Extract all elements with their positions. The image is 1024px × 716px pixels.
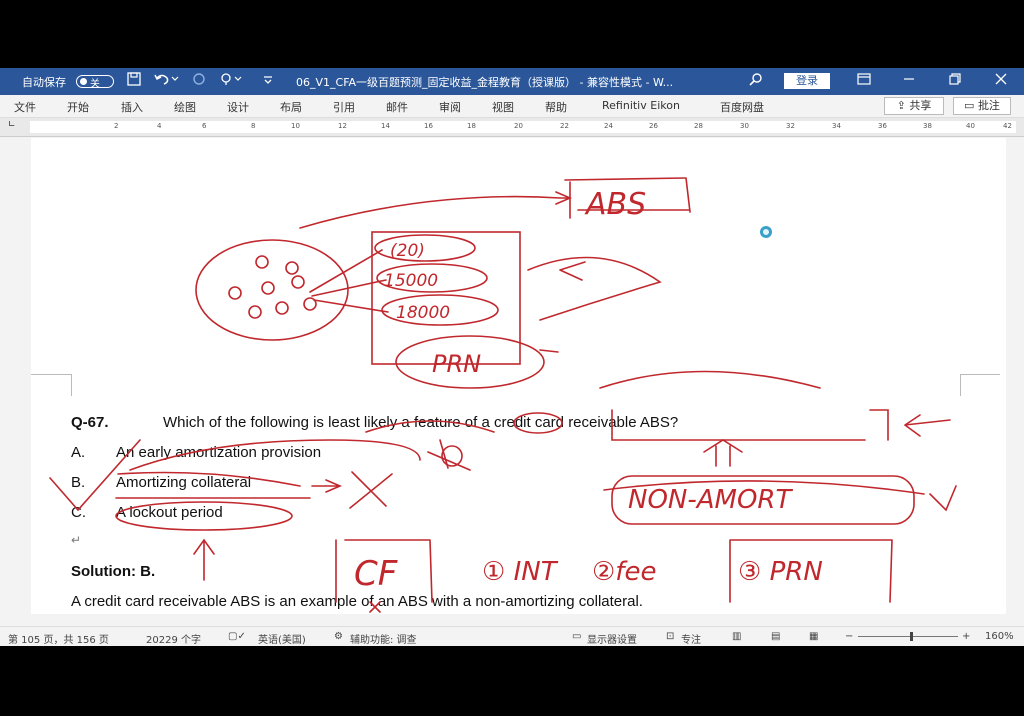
proofing-icon[interactable]: ▢✓ [228, 631, 246, 642]
document-page[interactable]: Q-67. Which of the following is least li… [31, 138, 1006, 614]
read-mode-icon[interactable]: ▥ [732, 631, 741, 642]
undo-icon[interactable] [154, 72, 180, 91]
language[interactable]: 英语(美国) [258, 631, 306, 646]
tab-insert[interactable]: 插入 [121, 99, 143, 115]
tab-home[interactable]: 开始 [67, 99, 89, 115]
focus-mode[interactable]: 专注 [681, 631, 701, 646]
autosave-state: 关 [90, 79, 100, 90]
toggle-knob [80, 78, 87, 85]
ruler-tick: 16 [424, 122, 433, 130]
margin-mark [960, 374, 1000, 375]
zoom-in-icon[interactable]: + [962, 631, 970, 642]
question-number: Q-67. [71, 414, 109, 431]
tab-selector-icon[interactable]: ∟ [8, 120, 16, 130]
focus-icon[interactable]: ⊡ [666, 631, 674, 642]
solution-label: Solution: B. [71, 563, 156, 580]
zoom-out-icon[interactable]: − [845, 631, 853, 642]
ribbon-tabs: 文件 开始 插入 绘图 设计 布局 引用 邮件 审阅 视图 帮助 Refinit… [0, 95, 1024, 118]
ruler-tick: 38 [923, 122, 932, 130]
tab-refinitiv-eikon[interactable]: Refinitiv Eikon [602, 99, 680, 112]
print-layout-icon[interactable]: ▤ [771, 631, 780, 642]
tab-view[interactable]: 视图 [492, 99, 514, 115]
web-layout-icon[interactable]: ▦ [809, 631, 818, 642]
solution-text: A credit card receivable ABS is an examp… [71, 593, 643, 610]
tab-draw[interactable]: 绘图 [174, 99, 196, 115]
loading-spinner-icon [760, 226, 772, 238]
ruler-tick: 18 [467, 122, 476, 130]
ruler-tick: 4 [157, 122, 162, 130]
ruler-tick: 8 [251, 122, 256, 130]
tab-file[interactable]: 文件 [14, 99, 36, 115]
redo-icon[interactable] [190, 72, 208, 91]
page-count[interactable]: 第 105 页，共 156 页 [8, 631, 109, 646]
tab-review[interactable]: 审阅 [439, 99, 461, 115]
ruler-tick: 2 [114, 122, 119, 130]
customize-icon[interactable] [262, 72, 274, 91]
question-text: Which of the following is least likely a… [163, 414, 679, 431]
save-icon[interactable] [127, 72, 141, 91]
display-settings-icon[interactable]: ▭ [572, 631, 581, 642]
comment-label: 批注 [977, 99, 1000, 112]
comment-icon: ▭ [964, 99, 978, 112]
touch-mode-icon[interactable] [220, 72, 246, 91]
zoom-slider[interactable] [858, 636, 958, 637]
ribbon-display-icon[interactable] [857, 72, 871, 90]
option-letter: C. [71, 504, 86, 521]
accessibility-status[interactable]: 辅助功能: 调查 [350, 631, 417, 646]
tab-design[interactable]: 设计 [227, 99, 249, 115]
tab-help[interactable]: 帮助 [545, 99, 567, 115]
share-label: 共享 [909, 99, 932, 112]
ruler-tick: 14 [381, 122, 390, 130]
ruler-tick: 42 [1003, 122, 1012, 130]
ruler-tick: 6 [202, 122, 207, 130]
option-letter: A. [71, 444, 86, 461]
login-button[interactable]: 登录 [784, 73, 830, 89]
ruler-tick: 30 [740, 122, 749, 130]
option-a-text: An early amortization provision [116, 444, 322, 461]
minimize-icon[interactable] [903, 72, 915, 90]
paragraph-mark: ↵ [71, 533, 82, 547]
ruler-tick: 28 [694, 122, 703, 130]
share-button[interactable]: ⇪ 共享 [884, 97, 944, 115]
ruler-tick: 12 [338, 122, 347, 130]
close-icon[interactable] [995, 72, 1007, 90]
comments-button[interactable]: ▭ 批注 [953, 97, 1011, 115]
tab-layout[interactable]: 布局 [280, 99, 302, 115]
ruler-tick: 22 [560, 122, 569, 130]
display-settings[interactable]: 显示器设置 [587, 631, 637, 646]
ruler-tick: 34 [832, 122, 841, 130]
ruler-tick: 36 [878, 122, 887, 130]
title-bar: 自动保存 关 06_V1_CFA一级百题预测_固定收益_金程教育（授课版） - … [0, 68, 1024, 95]
ruler-tick: 24 [604, 122, 613, 130]
horizontal-ruler[interactable]: ∟ 2 4 6 8 10 12 14 16 18 20 22 24 26 28 … [0, 118, 1024, 137]
ruler-tick: 40 [966, 122, 975, 130]
margin-mark [31, 374, 71, 375]
ruler-tick: 32 [786, 122, 795, 130]
ruler-scale: 2 4 6 8 10 12 14 16 18 20 22 24 26 28 30… [30, 121, 1016, 133]
ruler-tick: 26 [649, 122, 658, 130]
tab-mailings[interactable]: 邮件 [386, 99, 408, 115]
accessibility-icon[interactable]: ⚙ [334, 631, 343, 642]
zoom-level[interactable]: 160% [985, 631, 1014, 642]
search-icon[interactable] [749, 72, 763, 91]
tab-baidu-netdisk[interactable]: 百度网盘 [720, 99, 764, 115]
zoom-slider-handle[interactable] [910, 632, 913, 641]
word-window: 自动保存 关 06_V1_CFA一级百题预测_固定收益_金程教育（授课版） - … [0, 68, 1024, 646]
share-icon: ⇪ [896, 99, 910, 112]
ruler-tick: 20 [514, 122, 523, 130]
tab-references[interactable]: 引用 [333, 99, 355, 115]
autosave-toggle[interactable]: 关 [76, 75, 114, 90]
document-title: 06_V1_CFA一级百题预测_固定收益_金程教育（授课版） - 兼容性模式 -… [296, 76, 674, 89]
option-letter: B. [71, 474, 86, 491]
ruler-tick: 10 [291, 122, 300, 130]
word-count[interactable]: 20229 个字 [146, 631, 201, 646]
option-c-text: A lockout period [116, 504, 223, 521]
margin-mark [71, 374, 72, 396]
restore-icon[interactable] [949, 72, 961, 90]
option-b-text: Amortizing collateral [116, 474, 252, 491]
autosave-label: 自动保存 [22, 76, 66, 89]
margin-mark [960, 374, 961, 396]
status-bar: 第 105 页，共 156 页 20229 个字 ▢✓ 英语(美国) ⚙ 辅助功… [0, 626, 1024, 646]
